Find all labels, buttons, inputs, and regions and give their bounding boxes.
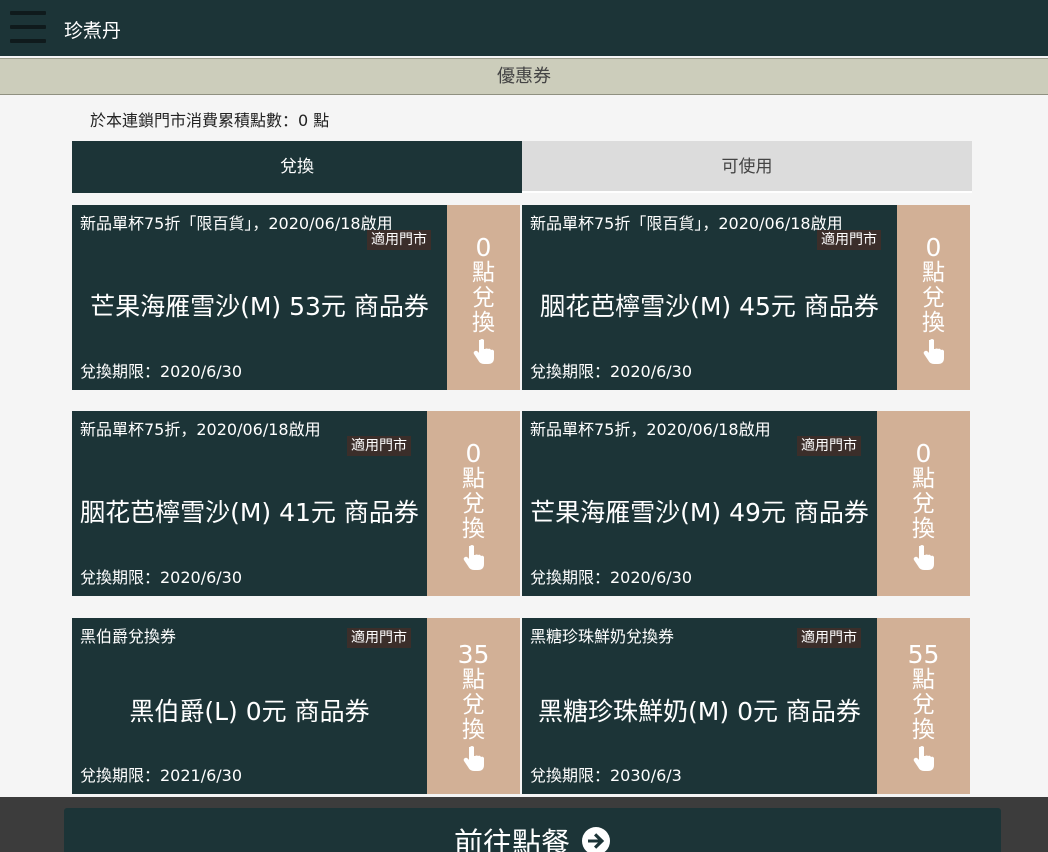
top-bar: 珍煮丹: [0, 0, 1048, 56]
coupon-card[interactable]: 黑伯爵兌換券 適用門市 黑伯爵(L) 0元 商品券 兌換期限：2021/6/30…: [72, 618, 520, 794]
arrow-right-circle-icon: [582, 827, 611, 852]
coupon-product: 胭花芭檸雪沙(M) 41元 商品券: [80, 498, 419, 527]
coupon-card[interactable]: 新品單杯75折「限百貨」，2020/06/18啟用 適用門市 芒果海雁雪沙(M)…: [72, 205, 520, 390]
go-order-button[interactable]: 前往點餐: [64, 808, 1001, 852]
store-badge[interactable]: 適用門市: [347, 628, 411, 648]
coupon-expiry: 兌換期限：2020/6/30: [80, 568, 243, 587]
coupon-card[interactable]: 黑糖珍珠鮮奶兌換券 適用門市 黑糖珍珠鮮奶(M) 0元 商品券 兌換期限：203…: [522, 618, 970, 794]
coupon-promo-text: 黑伯爵兌換券: [80, 627, 177, 646]
redeem-char: 換: [912, 516, 935, 542]
pointing-hand-icon: [473, 339, 494, 364]
redeem-button[interactable]: 0 點 兌 換: [447, 205, 520, 390]
coupon-product: 芒果海雁雪沙(M) 49元 商品券: [530, 498, 869, 527]
coupon-expiry: 兌換期限：2020/6/30: [80, 362, 243, 381]
redeem-char: 兌: [472, 285, 495, 311]
coupon-expiry: 兌換期限：2020/6/30: [530, 362, 693, 381]
redeem-points: 35: [457, 640, 490, 669]
coupon-card[interactable]: 新品單杯75折「限百貨」，2020/06/18啟用 適用門市 胭花芭檸雪沙(M)…: [522, 205, 970, 390]
redeem-button[interactable]: 55 點 兌 換: [877, 618, 970, 794]
redeem-points: 0: [465, 439, 482, 468]
redeem-char: 換: [472, 310, 495, 336]
redeem-char: 換: [462, 717, 485, 743]
coupon-promo-text: 新品單杯75折「限百貨」，2020/06/18啟用: [80, 214, 393, 233]
redeem-char: 點: [922, 260, 945, 286]
redeem-char: 換: [912, 717, 935, 743]
go-order-label: 前往點餐: [453, 826, 570, 852]
redeem-char: 點: [912, 667, 935, 693]
coupon-promo-text: 新品單杯75折，2020/06/18啟用: [80, 420, 321, 439]
pointing-hand-icon: [913, 545, 934, 570]
redeem-char: 兌: [912, 692, 935, 718]
coupon-promo-text: 黑糖珍珠鮮奶兌換券: [530, 627, 675, 646]
redeem-char: 換: [462, 516, 485, 542]
store-badge[interactable]: 適用門市: [797, 628, 861, 648]
redeem-char: 兌: [922, 285, 945, 311]
redeem-char: 點: [472, 260, 495, 286]
coupon-card[interactable]: 新品單杯75折，2020/06/18啟用 適用門市 胭花芭檸雪沙(M) 41元 …: [72, 411, 520, 596]
redeem-char: 點: [462, 667, 485, 693]
redeem-button[interactable]: 0 點 兌 換: [877, 411, 970, 596]
coupon-expiry: 兌換期限：2020/6/30: [530, 568, 693, 587]
coupon-promo-text: 新品單杯75折，2020/06/18啟用: [530, 420, 771, 439]
redeem-button[interactable]: 0 點 兌 換: [427, 411, 520, 596]
redeem-char: 點: [912, 466, 935, 492]
redeem-points: 55: [907, 640, 940, 669]
pointing-hand-icon: [913, 746, 934, 771]
store-badge[interactable]: 適用門市: [347, 436, 411, 456]
coupon-promo-text: 新品單杯75折「限百貨」，2020/06/18啟用: [530, 214, 843, 233]
coupon-product: 黑糖珍珠鮮奶(M) 0元 商品券: [538, 697, 861, 726]
store-badge[interactable]: 適用門市: [367, 230, 431, 250]
coupon-product: 黑伯爵(L) 0元 商品券: [129, 697, 370, 726]
pointing-hand-icon: [463, 746, 484, 771]
redeem-char: 換: [922, 310, 945, 336]
tab-available[interactable]: 可使用: [522, 141, 972, 193]
store-badge[interactable]: 適用門市: [797, 436, 861, 456]
redeem-char: 點: [462, 466, 485, 492]
tab-redeem[interactable]: 兌換: [72, 141, 522, 193]
redeem-button[interactable]: 35 點 兌 換: [427, 618, 520, 794]
section-title: 優惠券: [0, 58, 1048, 95]
coupon-card[interactable]: 新品單杯75折，2020/06/18啟用 適用門市 芒果海雁雪沙(M) 49元 …: [522, 411, 970, 596]
coupon-product: 胭花芭檸雪沙(M) 45元 商品券: [540, 292, 879, 321]
redeem-points: 0: [475, 233, 492, 262]
coupon-expiry: 兌換期限：2030/6/3: [530, 766, 682, 785]
points-summary: 於本連鎖門市消費累積點數：0 點: [90, 111, 330, 130]
redeem-char: 兌: [462, 692, 485, 718]
redeem-points: 0: [915, 439, 932, 468]
coupon-expiry: 兌換期限：2021/6/30: [80, 766, 243, 785]
coupon-tabs: 兌換 可使用: [72, 141, 972, 193]
coupon-product: 芒果海雁雪沙(M) 53元 商品券: [90, 292, 429, 321]
redeem-points: 0: [925, 233, 942, 262]
pointing-hand-icon: [463, 545, 484, 570]
brand-title: 珍煮丹: [64, 20, 122, 42]
pointing-hand-icon: [923, 339, 944, 364]
redeem-char: 兌: [462, 491, 485, 517]
redeem-button[interactable]: 0 點 兌 換: [897, 205, 970, 390]
hamburger-menu-icon[interactable]: [10, 9, 46, 45]
store-badge[interactable]: 適用門市: [817, 230, 881, 250]
redeem-char: 兌: [912, 491, 935, 517]
